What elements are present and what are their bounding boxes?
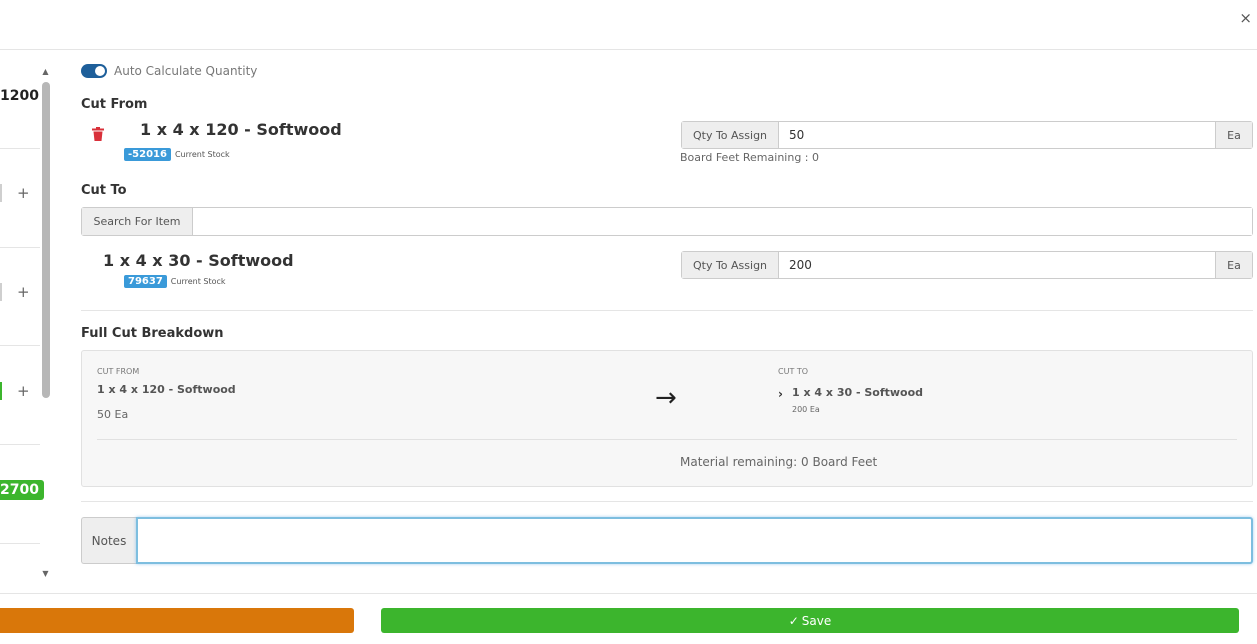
stock-label: Current Stock [174,150,230,159]
stock-count-badge: 79637 [124,275,167,288]
notes-group: Notes [81,517,1253,564]
scrollbar[interactable]: ▲ ▼ [41,68,50,578]
modal-header: × [0,0,1257,50]
cut-breakdown-panel: CUT FROM 1 x 4 x 120 - Softwood 50 Ea → … [81,350,1253,487]
divider [97,439,1237,440]
orange-action-button[interactable] [0,608,354,633]
cut-to-stock: 79637 Current Stock [124,275,226,288]
left-item-badge: 2700 [0,480,44,500]
left-item-value: 1200 [0,88,39,104]
scroll-down-icon[interactable]: ▼ [41,570,50,578]
breakdown-to-item: 1 x 4 x 30 - Softwood [792,386,924,399]
cut-to-caption: CUT TO [778,367,809,376]
divider [81,310,1253,311]
cut-form: Auto Calculate Quantity Cut From 1 x 4 x… [81,50,1253,590]
left-item-edge [0,283,2,301]
unit-label: Ea [1215,252,1252,278]
divider [0,543,40,544]
unit-label: Ea [1215,122,1252,148]
breakdown-to-qty: 200 Ea [792,405,820,414]
item-search-input[interactable] [193,208,1252,235]
divider [0,444,40,445]
divider [0,345,40,346]
cut-to-qty-group: Qty To Assign Ea [681,251,1253,279]
cut-to-qty-input[interactable] [779,252,1215,278]
chevron-right-icon[interactable]: › [778,387,783,401]
board-feet-remaining: Board Feet Remaining : 0 [680,151,820,164]
item-search-group: Search For Item [81,207,1253,236]
save-button[interactable]: ✓ Save [381,608,1239,633]
left-item-list: 1200 + + + 2700 ▲ ▼ [0,50,58,580]
cut-to-heading: Cut To [81,183,127,198]
cut-from-qty-input[interactable] [779,122,1215,148]
cut-to-item-name: 1 x 4 x 30 - Softwood [103,251,294,270]
breakdown-heading: Full Cut Breakdown [81,326,224,341]
add-icon[interactable]: + [17,382,30,400]
stock-label: Current Stock [170,277,226,286]
arrow-right-icon: → [655,383,677,413]
close-icon[interactable]: × [1239,9,1252,27]
trash-icon[interactable] [92,127,104,141]
notes-label: Notes [81,517,136,564]
toggle-knob [95,66,105,76]
check-icon: ✓ [788,613,799,628]
qty-label: Qty To Assign [682,252,779,278]
scroll-up-icon[interactable]: ▲ [41,68,50,76]
auto-calculate-label: Auto Calculate Quantity [114,64,258,78]
add-icon[interactable]: + [17,283,30,301]
cut-from-item-name: 1 x 4 x 120 - Softwood [140,120,342,139]
scrollbar-thumb[interactable] [42,82,50,398]
cut-from-heading: Cut From [81,97,148,112]
divider [81,501,1253,502]
divider [0,148,40,149]
save-button-label: Save [801,613,832,628]
divider [0,247,40,248]
cut-from-stock: -52016 Current Stock [124,148,230,161]
auto-calculate-toggle[interactable] [81,64,107,78]
cut-from-qty-group: Qty To Assign Ea [681,121,1253,149]
left-item-edge [0,184,2,202]
breakdown-from-item: 1 x 4 x 120 - Softwood [97,383,236,396]
auto-calculate-row: Auto Calculate Quantity [81,64,257,78]
add-icon[interactable]: + [17,184,30,202]
search-label: Search For Item [82,208,193,235]
notes-textarea[interactable] [136,517,1253,564]
breakdown-from-qty: 50 Ea [97,408,129,421]
material-remaining: Material remaining: 0 Board Feet [680,455,878,469]
qty-label: Qty To Assign [682,122,779,148]
stock-count-badge: -52016 [124,148,171,161]
cut-from-caption: CUT FROM [97,367,140,376]
footer-divider [0,593,1257,594]
left-item-edge [0,382,2,400]
